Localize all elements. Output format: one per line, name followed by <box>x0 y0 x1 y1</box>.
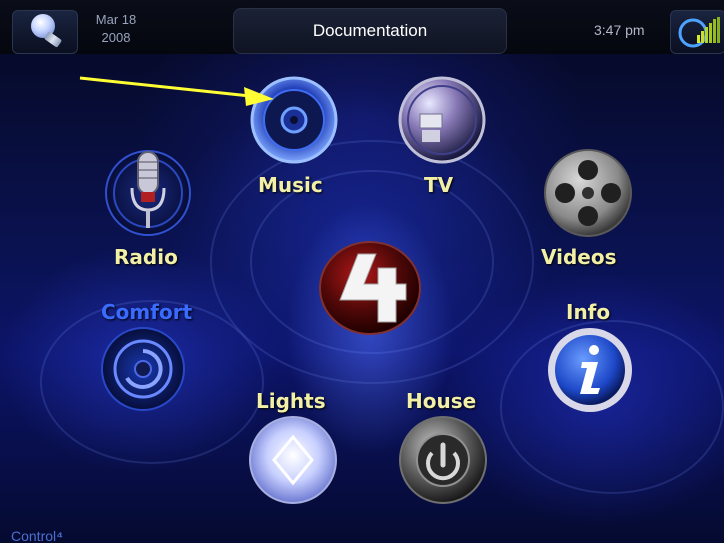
tv-icon[interactable] <box>398 76 486 164</box>
page-title: Documentation <box>312 21 428 40</box>
menu-label-info[interactable]: Info <box>566 300 610 324</box>
brand-name: Control <box>11 528 57 544</box>
menu-label-tv[interactable]: TV <box>424 173 453 197</box>
brand-logo: Control⁴ <box>11 528 64 544</box>
microphone-icon[interactable] <box>104 148 192 238</box>
brand-four-glyph: ⁴ <box>56 528 64 544</box>
date-month-day: Mar 18 <box>95 12 137 27</box>
menu-label-music[interactable]: Music <box>258 173 323 197</box>
touch-screen: Mar 18 2008 Documentation 3:47 pm Music … <box>0 0 726 545</box>
clock: 3:47 pm <box>594 22 645 38</box>
menu-label-videos[interactable]: Videos <box>541 245 617 269</box>
settings-button[interactable] <box>670 10 724 54</box>
menu-label-house[interactable]: House <box>406 389 476 413</box>
control4-logo-icon[interactable] <box>318 240 422 336</box>
menu-label-lights[interactable]: Lights <box>256 389 326 413</box>
top-bar: Mar 18 2008 Documentation 3:47 pm <box>0 0 724 54</box>
film-reel-icon[interactable] <box>543 148 633 238</box>
menu-label-radio[interactable]: Radio <box>114 245 178 269</box>
speaker-icon[interactable] <box>250 76 338 164</box>
house-power-icon[interactable] <box>398 415 488 505</box>
light-diamond-icon[interactable] <box>248 415 338 505</box>
light-bulb-base <box>43 31 63 48</box>
title-bar: Documentation <box>233 8 507 54</box>
date-year: 2008 <box>101 30 131 45</box>
info-icon[interactable] <box>546 326 634 414</box>
home-button[interactable] <box>12 10 78 54</box>
menu-label-comfort[interactable]: Comfort <box>101 300 192 324</box>
thermostat-icon[interactable] <box>100 326 186 412</box>
signal-strength-icon <box>678 17 720 48</box>
